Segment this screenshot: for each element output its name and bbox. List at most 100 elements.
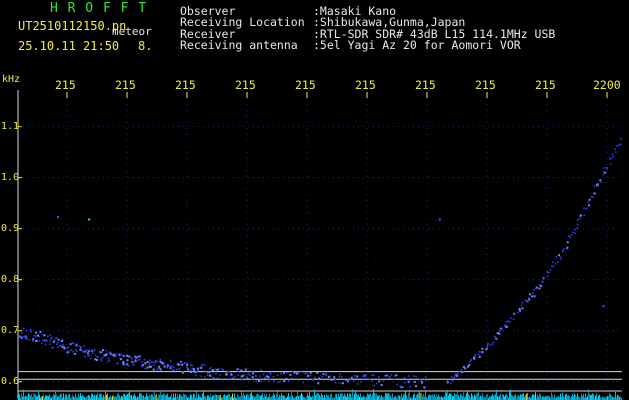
noise-band-bar [26, 395, 27, 400]
signal-point [190, 369, 192, 372]
noise-band-bar [408, 393, 409, 400]
noise-speck [552, 204, 553, 206]
noise-speck [43, 169, 45, 171]
noise-speck [267, 242, 269, 244]
noise-band-bar [595, 395, 596, 400]
noise-speck [217, 136, 219, 138]
noise-speck [308, 384, 310, 386]
signal-point [532, 292, 534, 294]
noise-speck [343, 245, 345, 247]
noise-band-bar [110, 395, 111, 400]
noise-speck [312, 305, 314, 307]
noise-speck [70, 178, 72, 180]
signal-point [615, 151, 617, 153]
signal-point [491, 343, 494, 345]
signal-point [521, 302, 524, 304]
noise-speck [316, 207, 318, 209]
noise-band-bar [308, 395, 309, 400]
signal-point [83, 345, 85, 347]
noise-speck [209, 312, 211, 314]
noise-band-bar [240, 396, 241, 400]
noise-band-bar [468, 394, 469, 400]
noise-speck [87, 365, 89, 367]
noise-speck [515, 226, 516, 228]
signal-point [393, 378, 395, 380]
noise-band-bar [607, 395, 608, 400]
noise-speck [301, 291, 303, 293]
noise-speck [209, 359, 211, 361]
noise-band-bar [145, 396, 146, 400]
noise-speck [543, 119, 545, 121]
noise-band-bar [61, 393, 62, 400]
noise-speck [267, 356, 269, 358]
noise-speck [344, 345, 346, 347]
noise-speck [484, 253, 486, 255]
noise-band-bar [465, 396, 466, 400]
noise-speck [580, 275, 582, 277]
noise-speck [486, 219, 488, 221]
signal-point [509, 321, 511, 323]
noise-speck [441, 247, 443, 249]
noise-speck [304, 284, 305, 286]
signal-point [420, 380, 423, 382]
noise-speck [84, 203, 85, 205]
signal-point [469, 361, 471, 363]
noise-speck [562, 130, 564, 132]
signal-point [291, 377, 294, 379]
noise-speck [186, 353, 188, 355]
signal-point [269, 378, 271, 380]
signal-point [572, 231, 574, 233]
signal-point [419, 379, 422, 381]
signal-point [307, 375, 309, 377]
noise-speck [228, 357, 230, 359]
signal-point [413, 375, 415, 377]
signal-point [149, 365, 152, 368]
noise-speck [335, 210, 337, 212]
noise-band-bar [248, 394, 249, 400]
signal-point [489, 344, 492, 346]
noise-speck [522, 235, 523, 237]
signal-point [269, 371, 271, 374]
signal-point [168, 364, 170, 367]
noise-speck [421, 168, 423, 170]
noise-speck [372, 267, 374, 269]
noise-band-bar [273, 393, 274, 400]
noise-speck [294, 343, 296, 345]
noise-speck [175, 110, 177, 112]
noise-band-bar [324, 395, 325, 400]
signal-point [196, 371, 198, 373]
noise-speck [451, 328, 453, 330]
noise-speck [82, 195, 84, 197]
noise-speck [297, 258, 298, 260]
noise-speck [240, 234, 242, 236]
noise-speck [399, 297, 401, 299]
signal-point [280, 373, 282, 375]
noise-speck [497, 114, 499, 116]
noise-band-bar [527, 393, 528, 400]
noise-speck [73, 225, 75, 227]
noise-band-bar [59, 395, 60, 400]
noise-band-bar [354, 393, 355, 400]
noise-speck [287, 191, 289, 193]
noise-band-bar [272, 395, 273, 400]
noise-speck [608, 161, 610, 163]
noise-band-bar [429, 394, 430, 400]
noise-speck [588, 106, 590, 108]
noise-speck [399, 172, 400, 173]
noise-speck [395, 360, 397, 362]
noise-speck [310, 213, 312, 215]
noise-speck [53, 352, 55, 354]
noise-band-bar [158, 395, 159, 400]
noise-band-bar [599, 394, 600, 400]
noise-speck [367, 219, 369, 221]
noise-speck [502, 215, 504, 217]
signal-point [222, 369, 225, 371]
noise-speck [519, 336, 521, 338]
noise-speck [43, 149, 45, 151]
signal-point [72, 351, 75, 353]
noise-speck [122, 137, 124, 139]
noise-speck [565, 312, 567, 314]
noise-speck [605, 232, 607, 234]
noise-band-bar [341, 393, 342, 400]
noise-band-bar [193, 393, 194, 400]
